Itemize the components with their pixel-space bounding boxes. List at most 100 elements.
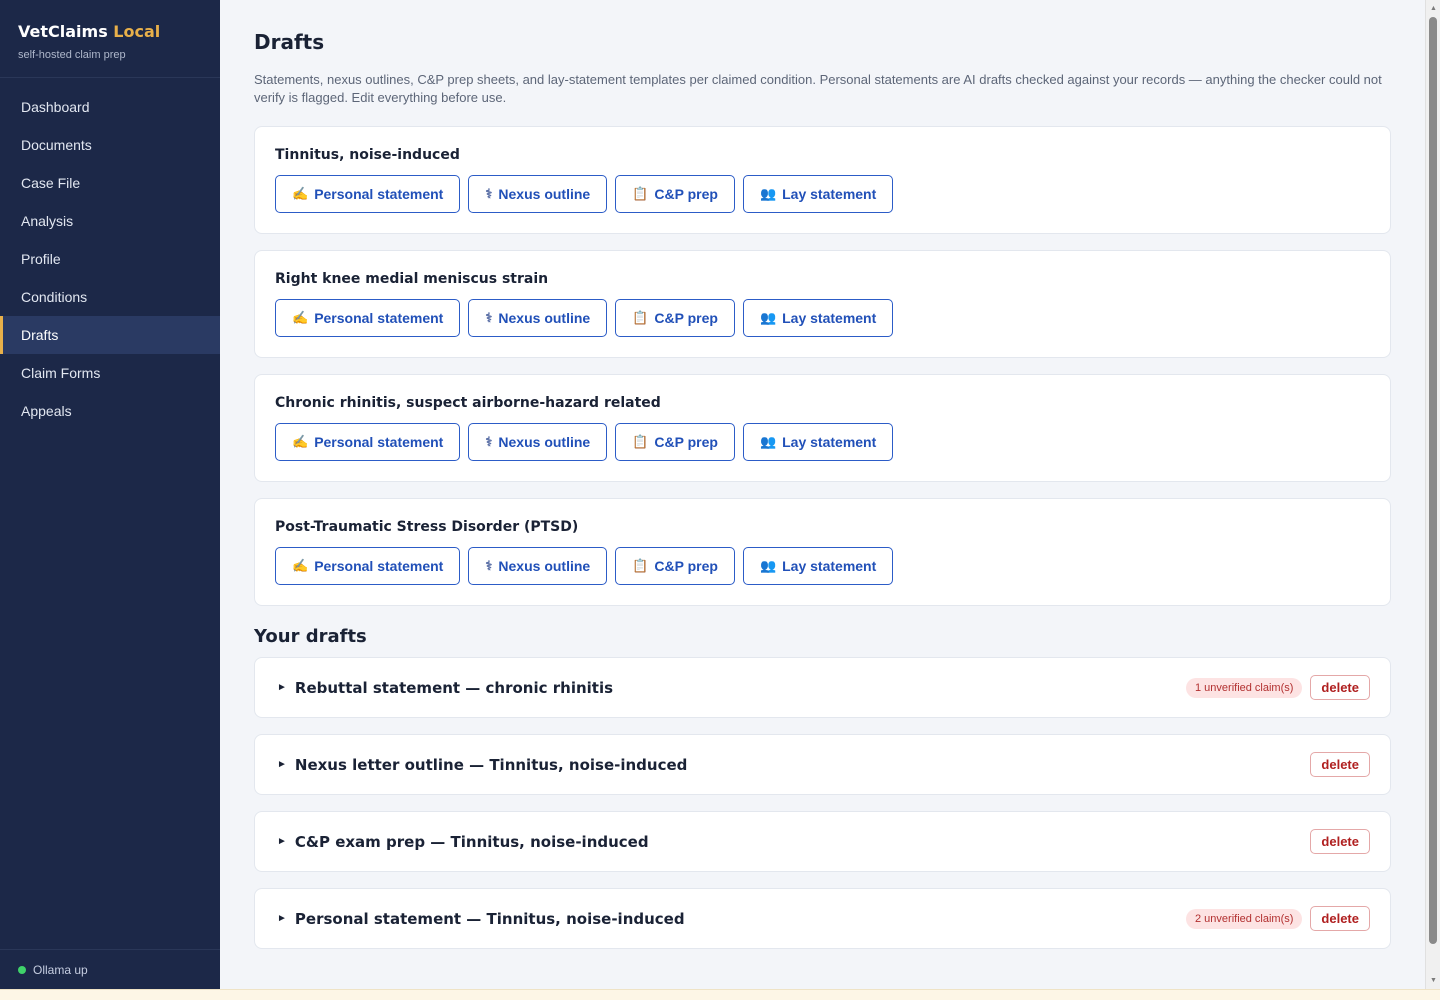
draft-title[interactable]: Nexus letter outline — Tinnitus, noise-i… <box>295 756 1311 774</box>
brand-accent: Local <box>113 22 161 41</box>
draft-type-buttons: ✍ Personal statement ⚕ Nexus outline 📋 C&P … <box>275 299 1370 337</box>
nexus-outline-button[interactable]: ⚕ Nexus outline <box>468 299 608 337</box>
draft-type-buttons: ✍ Personal statement ⚕ Nexus outline 📋 C&P … <box>275 423 1370 461</box>
caret-right-icon[interactable]: ► <box>277 836 287 847</box>
ollama-status: Ollama up <box>0 949 220 989</box>
sidebar-item-case-file[interactable]: Case File <box>0 164 220 202</box>
cp-prep-button[interactable]: 📋 C&P prep <box>615 423 735 461</box>
button-label: Nexus outline <box>498 434 591 450</box>
scroll-thumb[interactable] <box>1429 17 1437 944</box>
pen-icon: ✍ <box>292 434 309 449</box>
sidebar-nav: Dashboard Documents Case File Analysis P… <box>0 78 220 430</box>
button-label: Nexus outline <box>498 558 591 574</box>
condition-title: Right knee medial meniscus strain <box>275 271 549 287</box>
sidebar: VetClaims Local self-hosted claim prep D… <box>0 0 220 989</box>
cp-prep-button[interactable]: 📋 C&P prep <box>615 299 735 337</box>
clipboard-icon: 📋 <box>632 186 649 201</box>
personal-statement-button[interactable]: ✍ Personal statement <box>275 547 461 585</box>
personal-statement-button[interactable]: ✍ Personal statement <box>275 299 461 337</box>
button-label: Personal statement <box>314 310 444 326</box>
nexus-outline-button[interactable]: ⚕ Nexus outline <box>468 423 608 461</box>
stethoscope-icon: ⚕ <box>485 310 493 325</box>
draft-type-buttons: ✍ Personal statement ⚕ Nexus outline 📋 C&P … <box>275 175 1370 213</box>
brand-subtitle: self-hosted claim prep <box>18 49 126 61</box>
lay-statement-button[interactable]: 👥 Lay statement <box>742 547 894 585</box>
draft-item[interactable]: ► Rebuttal statement — chronic rhinitis … <box>254 657 1391 718</box>
people-icon: 👥 <box>759 434 777 449</box>
nexus-outline-button[interactable]: ⚕ Nexus outline <box>468 175 608 213</box>
sidebar-item-claim-forms[interactable]: Claim Forms <box>0 354 220 392</box>
stethoscope-icon: ⚕ <box>485 186 493 201</box>
condition-card: Right knee medial meniscus strain ✍ Perso… <box>254 250 1391 358</box>
cp-prep-button[interactable]: 📋 C&P prep <box>615 547 735 585</box>
delete-button[interactable]: delete <box>1310 752 1370 777</box>
people-icon: 👥 <box>759 310 777 325</box>
scroll-down-icon[interactable]: ▼ <box>1426 972 1440 989</box>
sidebar-item-conditions[interactable]: Conditions <box>0 278 220 316</box>
condition-title: Post-Traumatic Stress Disorder (PTSD) <box>275 519 579 535</box>
condition-card: Chronic rhinitis, suspect airborne-hazar… <box>254 374 1391 482</box>
cp-prep-button[interactable]: 📋 C&P prep <box>615 175 735 213</box>
personal-statement-button[interactable]: ✍ Personal statement <box>275 423 461 461</box>
sidebar-item-profile[interactable]: Profile <box>0 240 220 278</box>
status-dot-icon <box>18 965 26 974</box>
caret-right-icon[interactable]: ► <box>277 682 287 693</box>
scroll-up-icon[interactable]: ▲ <box>1426 0 1440 17</box>
button-label: Personal statement <box>314 186 444 202</box>
delete-button[interactable]: delete <box>1310 675 1370 700</box>
people-icon: 👥 <box>759 558 777 573</box>
draft-title[interactable]: C&P exam prep — Tinnitus, noise-induced <box>295 833 1311 851</box>
caret-right-icon[interactable]: ► <box>277 913 287 924</box>
delete-button[interactable]: delete <box>1310 829 1370 854</box>
button-label: Personal statement <box>314 434 444 450</box>
draft-type-buttons: ✍ Personal statement ⚕ Nexus outline 📋 C&P … <box>275 547 1370 585</box>
vertical-scrollbar[interactable]: ▲ ▼ <box>1425 0 1440 989</box>
condition-title: Chronic rhinitis, suspect airborne-hazar… <box>275 395 661 411</box>
button-label: C&P prep <box>654 558 718 574</box>
sidebar-item-analysis[interactable]: Analysis <box>0 202 220 240</box>
sidebar-item-documents[interactable]: Documents <box>0 126 220 164</box>
delete-button[interactable]: delete <box>1310 906 1370 931</box>
clipboard-icon: 📋 <box>632 434 649 449</box>
lay-statement-button[interactable]: 👥 Lay statement <box>742 299 894 337</box>
button-label: Nexus outline <box>498 186 591 202</box>
unverified-badge: 2 unverified claim(s) <box>1186 908 1303 929</box>
lay-statement-button[interactable]: 👥 Lay statement <box>742 423 894 461</box>
unverified-badge: 1 unverified claim(s) <box>1186 677 1303 698</box>
button-label: Lay statement <box>782 558 877 574</box>
nexus-outline-button[interactable]: ⚕ Nexus outline <box>468 547 608 585</box>
draft-item[interactable]: ► Personal statement — Tinnitus, noise-i… <box>254 888 1391 949</box>
lay-statement-button[interactable]: 👥 Lay statement <box>742 175 894 213</box>
people-icon: 👥 <box>759 186 777 201</box>
condition-card: Tinnitus, noise-induced ✍ Personal statem… <box>254 126 1391 234</box>
caret-right-icon[interactable]: ► <box>277 759 287 770</box>
pen-icon: ✍ <box>292 558 309 573</box>
brand-title: VetClaims Local <box>18 22 202 41</box>
button-label: Personal statement <box>314 558 444 574</box>
pen-icon: ✍ <box>292 310 309 325</box>
button-label: C&P prep <box>654 310 718 326</box>
brand-main: VetClaims <box>18 22 108 41</box>
draft-title[interactable]: Personal statement — Tinnitus, noise-ind… <box>295 910 1186 928</box>
button-label: Lay statement <box>782 310 877 326</box>
main-content: Drafts Statements, nexus outlines, C&P p… <box>220 0 1425 989</box>
sidebar-item-dashboard[interactable]: Dashboard <box>0 88 220 126</box>
drafts-section-title: Your drafts <box>254 626 367 647</box>
clipboard-icon: 📋 <box>632 558 649 573</box>
sidebar-item-appeals[interactable]: Appeals <box>0 392 220 430</box>
condition-title: Tinnitus, noise-induced <box>275 147 460 163</box>
bottom-notice-strip <box>0 989 1440 1000</box>
condition-card: Post-Traumatic Stress Disorder (PTSD) ✍ P… <box>254 498 1391 606</box>
page-title: Drafts <box>254 30 325 54</box>
pen-icon: ✍ <box>292 186 309 201</box>
stethoscope-icon: ⚕ <box>485 558 493 573</box>
draft-item[interactable]: ► C&P exam prep — Tinnitus, noise-induce… <box>254 811 1391 872</box>
personal-statement-button[interactable]: ✍ Personal statement <box>275 175 461 213</box>
draft-item[interactable]: ► Nexus letter outline — Tinnitus, noise… <box>254 734 1391 795</box>
button-label: Lay statement <box>782 186 877 202</box>
sidebar-item-drafts[interactable]: Drafts <box>0 316 220 354</box>
button-label: C&P prep <box>654 186 718 202</box>
draft-title[interactable]: Rebuttal statement — chronic rhinitis <box>295 679 1186 697</box>
stethoscope-icon: ⚕ <box>485 434 493 449</box>
status-label: Ollama up <box>33 962 88 977</box>
